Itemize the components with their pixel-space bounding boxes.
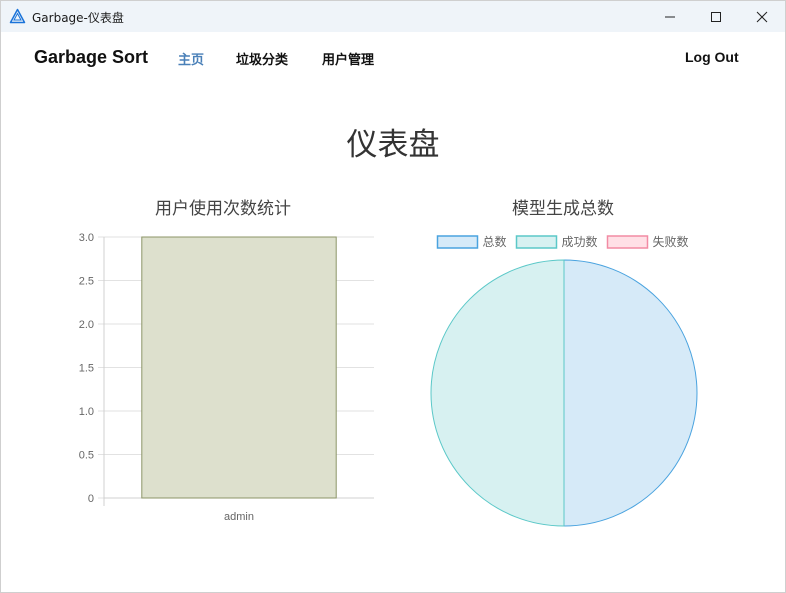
nav-link-garbage-sort[interactable]: 垃圾分类	[236, 49, 288, 68]
bar-y-tick-label: 0	[88, 493, 94, 505]
legend-label: 总数	[483, 234, 507, 249]
bar-chart-title: 用户使用次数统计	[155, 199, 291, 219]
close-icon	[756, 11, 768, 22]
legend-swatch	[515, 235, 558, 249]
bar-y-tick-label: 3.0	[79, 232, 94, 244]
bar-x-tick-label: admin	[224, 511, 254, 523]
window-titlebar[interactable]: Garbage-仪表盘	[1, 1, 785, 32]
close-button[interactable]	[739, 1, 785, 32]
usage-bar-chart: 0 0.5 1.0 1.5 2.0 2.5 3.0 admin	[79, 232, 374, 523]
recycle-triangle-icon	[9, 8, 26, 24]
page-title: 仪表盘	[346, 127, 440, 163]
logout-link[interactable]: Log Out	[685, 49, 739, 65]
pie-slice	[563, 259, 698, 527]
app-window: Garbage-仪表盘 Garbage Sort 主页 垃圾分类 用户管理 Lo…	[0, 0, 786, 593]
model-pie-chart: 总数 成功数 失败数	[430, 234, 698, 527]
bar-y-tick-label: 1.0	[79, 406, 94, 418]
bar-y-tick-label: 2.0	[79, 319, 94, 331]
minimize-icon	[665, 16, 675, 17]
top-navbar: Garbage Sort 主页 垃圾分类 用户管理 Log Out	[1, 32, 785, 84]
minimize-button[interactable]	[647, 1, 693, 32]
pie-slice	[430, 259, 565, 527]
bar-y-tick-label: 0.5	[79, 450, 94, 462]
legend-swatch	[606, 235, 649, 249]
nav-link-user-management[interactable]: 用户管理	[322, 49, 374, 68]
legend-label: 失败数	[653, 234, 689, 249]
bar-y-tick-label: 2.5	[79, 276, 94, 288]
legend-swatch	[436, 235, 479, 249]
maximize-button[interactable]	[693, 1, 739, 32]
nav-link-home[interactable]: 主页	[178, 49, 204, 68]
legend-label: 成功数	[562, 234, 598, 249]
window-title: Garbage-仪表盘	[32, 11, 124, 25]
bar-y-tick-label: 1.5	[79, 363, 94, 375]
maximize-icon	[711, 11, 721, 22]
pie-chart-title: 模型生成总数	[512, 199, 614, 219]
bar	[141, 236, 337, 499]
brand-logo[interactable]: Garbage Sort	[34, 47, 148, 68]
